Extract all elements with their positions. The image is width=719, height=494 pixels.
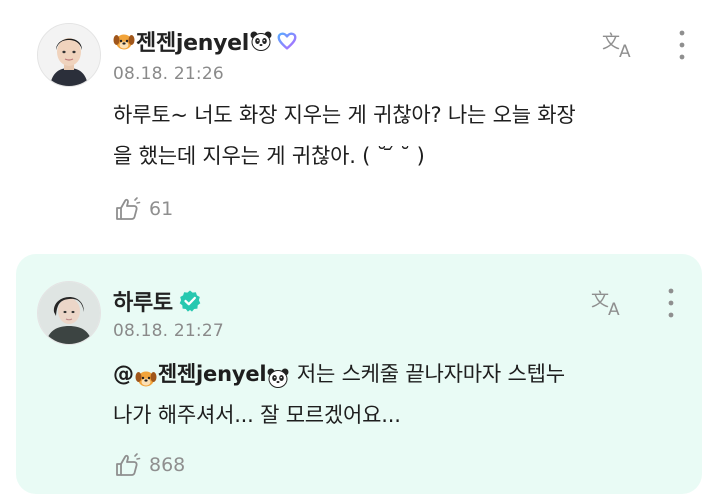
reply-author-avatar[interactable] — [37, 281, 101, 345]
reply-text-rest: 저는 스케줄 끝나자마자 스텝누 — [290, 362, 565, 386]
reply-card: 하루토 08.18. 21:27 文 A @ 젠젠jenyel 저는 스케줄 끝… — [16, 254, 702, 494]
panda-emoji-icon — [249, 29, 273, 53]
mention-link[interactable]: @ 젠젠jenyel — [113, 362, 290, 388]
like-hand-icon — [116, 197, 141, 220]
reply-text: @ 젠젠jenyel 저는 스케줄 끝나자마자 스텝누 나가 해주셔서... 잘… — [113, 354, 693, 436]
reply-text-line-2: 나가 해주셔서... 잘 모르겠어요... — [113, 403, 401, 427]
comment-text-line-1: 하루토~ 너도 화장 지우는 게 귀찮아? 나는 오늘 화장 — [113, 103, 576, 127]
mention-at: @ — [113, 362, 134, 386]
comment-like-count: 61 — [149, 198, 174, 220]
comment-card: 젠젠jenyel 08.18. 21:26 文 A 하루토~ 너도 화장 지우는… — [0, 0, 719, 240]
reply-like-count: 868 — [149, 454, 186, 476]
translate-icon[interactable]: 文 A — [590, 286, 630, 318]
comment-text: 하루토~ 너도 화장 지우는 게 귀찮아? 나는 오늘 화장 을 했는데 지우는… — [113, 95, 703, 177]
more-vertical-icon[interactable] — [676, 28, 688, 62]
reply-like-button[interactable]: 868 — [113, 452, 185, 478]
svg-text:A: A — [608, 300, 620, 318]
verified-badge-icon — [179, 290, 201, 312]
heart-outline-icon — [277, 32, 297, 50]
mention-name: 젠젠jenyel — [157, 362, 267, 386]
panda-emoji-icon — [266, 363, 290, 388]
more-vertical-icon[interactable] — [665, 286, 677, 320]
svg-text:文: 文 — [591, 290, 609, 311]
reply-timestamp: 08.18. 21:27 — [113, 321, 224, 341]
translate-icon[interactable]: 文 A — [601, 28, 641, 60]
reply-author-name-row: 하루토 — [113, 286, 202, 316]
commenter-avatar[interactable] — [37, 23, 101, 87]
reply-text-line-1: @ 젠젠jenyel 저는 스케줄 끝나자마자 스텝누 — [113, 354, 693, 395]
commenter-name-row: 젠젠jenyel — [112, 26, 298, 56]
commenter-name[interactable]: 젠젠jenyel — [136, 25, 249, 57]
comment-text-line-2: 을 했는데 지우는 게 귀찮아. ( ˘ ᷄ ˘ ) — [113, 144, 425, 168]
like-hand-icon — [116, 453, 141, 476]
dog-emoji-icon — [134, 363, 158, 387]
svg-text:文: 文 — [602, 32, 620, 53]
comment-like-button[interactable]: 61 — [113, 196, 173, 222]
comment-timestamp: 08.18. 21:26 — [113, 64, 224, 84]
dog-emoji-icon — [112, 29, 136, 53]
svg-text:A: A — [619, 42, 631, 60]
reply-author-name[interactable]: 하루토 — [113, 285, 173, 317]
